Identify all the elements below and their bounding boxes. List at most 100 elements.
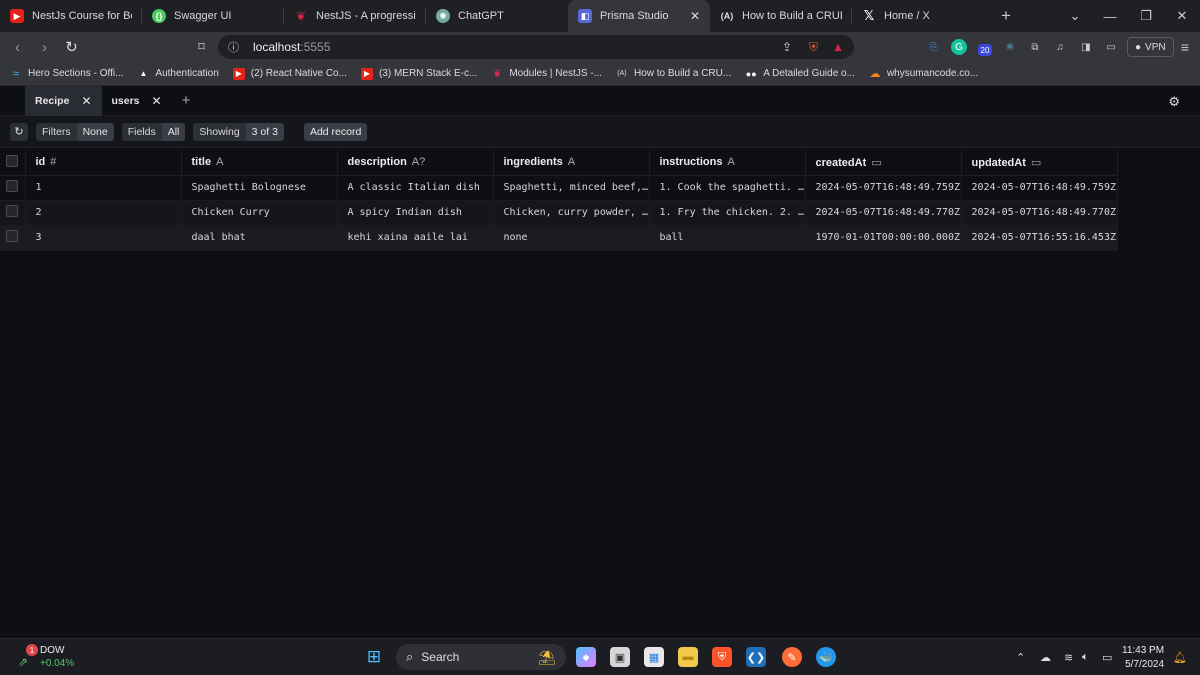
table-cell[interactable]: 2024-05-07T16:48:49.759Z (961, 175, 1118, 201)
bookmark-icon[interactable]: ⌑ (188, 39, 215, 55)
table-row[interactable]: 1 Spaghetti Bolognese A classic Italian … (0, 175, 1118, 201)
browser-tab-active[interactable]: ◧ Prisma Studio ✕ (568, 0, 710, 32)
add-record-button[interactable]: Add record (303, 122, 368, 141)
table-cell[interactable]: Chicken, curry powder, … (493, 200, 650, 226)
minimize-icon[interactable]: — (1090, 0, 1130, 32)
table-row[interactable]: 2 Chicken Curry A spicy Indian dish Chic… (0, 200, 1118, 226)
table-cell[interactable]: 2024-05-07T16:55:16.453Z (961, 225, 1118, 251)
share-icon[interactable]: ⇪ (782, 40, 792, 54)
close-tab-icon[interactable]: ✕ (690, 9, 700, 23)
column-header[interactable]: title A (181, 150, 338, 176)
menu-icon[interactable]: ≡ (1177, 39, 1193, 55)
browser-tab[interactable]: {} Swagger UI (142, 0, 284, 32)
table-cell[interactable]: Spaghetti Bolognese (181, 175, 338, 201)
table-cell[interactable]: 1. Cook the spaghetti. … (649, 175, 806, 201)
file-explorer-icon[interactable]: ▬ (678, 647, 698, 667)
copilot-icon[interactable]: ◆ (576, 647, 596, 667)
onedrive-icon[interactable]: ☁ (1040, 651, 1051, 664)
table-cell[interactable]: 2024-05-07T16:48:49.770Z (961, 200, 1118, 226)
browser-tab[interactable]: ❦NestJS - A progressive No (284, 0, 426, 32)
table-cell[interactable]: none (493, 225, 650, 251)
extensions-icon[interactable]: ⧉ (1027, 39, 1043, 55)
postman-icon[interactable]: ✎ (782, 647, 802, 667)
column-header[interactable]: description A? (337, 150, 494, 176)
reload-icon[interactable]: ↻ (58, 38, 85, 56)
sidebar-icon[interactable]: ◨ (1078, 39, 1094, 55)
table-cell[interactable]: Spaghetti, minced beef,… (493, 175, 650, 201)
table-cell[interactable]: 1970-01-01T00:00:00.000Z (805, 225, 962, 251)
docker-icon[interactable]: 🐳 (816, 647, 836, 667)
extension-badge-icon[interactable]: 20 (978, 44, 992, 56)
column-header[interactable]: instructions A (649, 150, 806, 176)
table-cell[interactable]: 2024-05-07T16:48:49.759Z (805, 175, 962, 201)
react-devtools-icon[interactable]: ⚛ (1002, 39, 1018, 55)
brave-shield-icon[interactable]: ⛨ (809, 40, 818, 55)
task-view-icon[interactable]: ▣ (610, 647, 630, 667)
brave-rewards-icon[interactable]: ▲ (832, 40, 844, 54)
site-info-icon[interactable]: ⓘ (228, 39, 239, 55)
bookmark-item[interactable]: ●● A Detailed Guide o... (745, 68, 855, 80)
table-cell[interactable]: ball (649, 225, 806, 251)
taskbar-clock[interactable]: 11:43 PM 5/7/2024 (1122, 644, 1164, 672)
table-cell[interactable]: A classic Italian dish (337, 175, 494, 201)
vscode-icon[interactable]: ❮❯ (746, 647, 766, 667)
close-icon[interactable]: ✕ (152, 94, 162, 108)
chevron-up-icon[interactable]: ⌃ (1016, 651, 1025, 664)
table-row[interactable]: 3 daal bhat kehi xaina aaile lai none ba… (0, 225, 1118, 251)
browser-tab[interactable]: ✺ ChatGPT (426, 0, 568, 32)
store-icon[interactable]: ▦ (644, 647, 664, 667)
bookmark-item[interactable]: ❦ Modules | NestJS -... (491, 68, 602, 80)
taskbar-search[interactable]: ⌕ Search ⛱ (396, 644, 566, 670)
new-tab-button[interactable]: + (986, 0, 1026, 32)
fields-button[interactable]: Fields All (121, 122, 186, 141)
column-header[interactable]: updatedAt ▭ (961, 150, 1118, 176)
table-cell[interactable]: 2 (25, 200, 182, 226)
browser-tab[interactable]: 𝕏 Home / X (852, 0, 994, 32)
notification-bell-icon[interactable]: 🔔︎ (1173, 651, 1187, 664)
browser-tab[interactable]: ▶NestJs Course for Beginne (0, 0, 142, 32)
vpn-button[interactable]: ● VPN (1127, 37, 1174, 57)
tab-search-icon[interactable]: ⌄ (1055, 0, 1095, 32)
row-checkbox[interactable] (6, 180, 18, 192)
brave-browser-icon[interactable]: ⛨ (712, 647, 732, 667)
refresh-icon[interactable]: ↻ (10, 122, 28, 141)
tab-recipe[interactable]: Recipe ✕ (25, 85, 102, 116)
stock-widget[interactable]: 1 ⇗ DOW +0.04% (14, 644, 94, 671)
column-header[interactable]: ingredients A (493, 150, 650, 176)
table-cell[interactable]: 3 (25, 225, 182, 251)
forward-icon[interactable]: › (31, 39, 58, 56)
row-checkbox[interactable] (6, 205, 18, 217)
close-window-icon[interactable]: ✕ (1162, 0, 1200, 32)
restore-icon[interactable]: ❐ (1126, 0, 1166, 32)
column-header[interactable]: id # (25, 150, 182, 176)
battery-icon[interactable]: ▭ (1102, 651, 1112, 664)
volume-icon[interactable]: 🔈︎ (1082, 651, 1089, 664)
filters-button[interactable]: Filters None (36, 122, 114, 141)
bookmark-item[interactable]: ▶ (3) MERN Stack E-c... (360, 67, 477, 80)
wallet-icon[interactable]: ▭ (1103, 39, 1119, 55)
tab-users[interactable]: users ✕ (102, 86, 172, 116)
table-cell[interactable]: Chicken Curry (181, 200, 338, 226)
add-tab-icon[interactable]: + (172, 86, 201, 116)
close-icon[interactable]: ✕ (81, 94, 91, 108)
browser-tab[interactable]: (A)How to Build a CRUD RES (710, 0, 852, 32)
windows-start-icon[interactable]: ⊞ (364, 647, 384, 667)
bookmark-item[interactable]: ▶ (2) React Native Co... (232, 67, 347, 80)
media-icon[interactable]: ♫ (1052, 39, 1068, 55)
gear-icon[interactable]: ⚙ (1168, 94, 1180, 110)
showing-button[interactable]: Showing 3 of 3 (193, 122, 284, 141)
table-cell[interactable]: A spicy Indian dish (337, 200, 494, 226)
bookmark-item[interactable]: ☁ whysumancode.co... (869, 68, 978, 80)
table-cell[interactable]: 2024-05-07T16:48:49.770Z (805, 200, 962, 226)
bookmark-item[interactable]: (A) How to Build a CRU... (616, 68, 731, 80)
bookmark-item[interactable]: ▲ Authentication (137, 68, 218, 80)
table-cell[interactable]: 1. Fry the chicken. 2. … (649, 200, 806, 226)
grammarly-icon[interactable]: G (951, 39, 967, 55)
url-bar[interactable]: ⓘ localhost:5555 ⇪ ⛨ ▲ (218, 35, 854, 59)
table-cell[interactable]: 1 (25, 175, 182, 201)
back-icon[interactable]: ‹ (4, 39, 31, 56)
table-cell[interactable]: daal bhat (181, 225, 338, 251)
bookmark-item[interactable]: ≈ Hero Sections - Offi... (10, 68, 123, 80)
table-cell[interactable]: kehi xaina aaile lai (337, 225, 494, 251)
column-header[interactable]: createdAt ▭ (805, 150, 962, 176)
